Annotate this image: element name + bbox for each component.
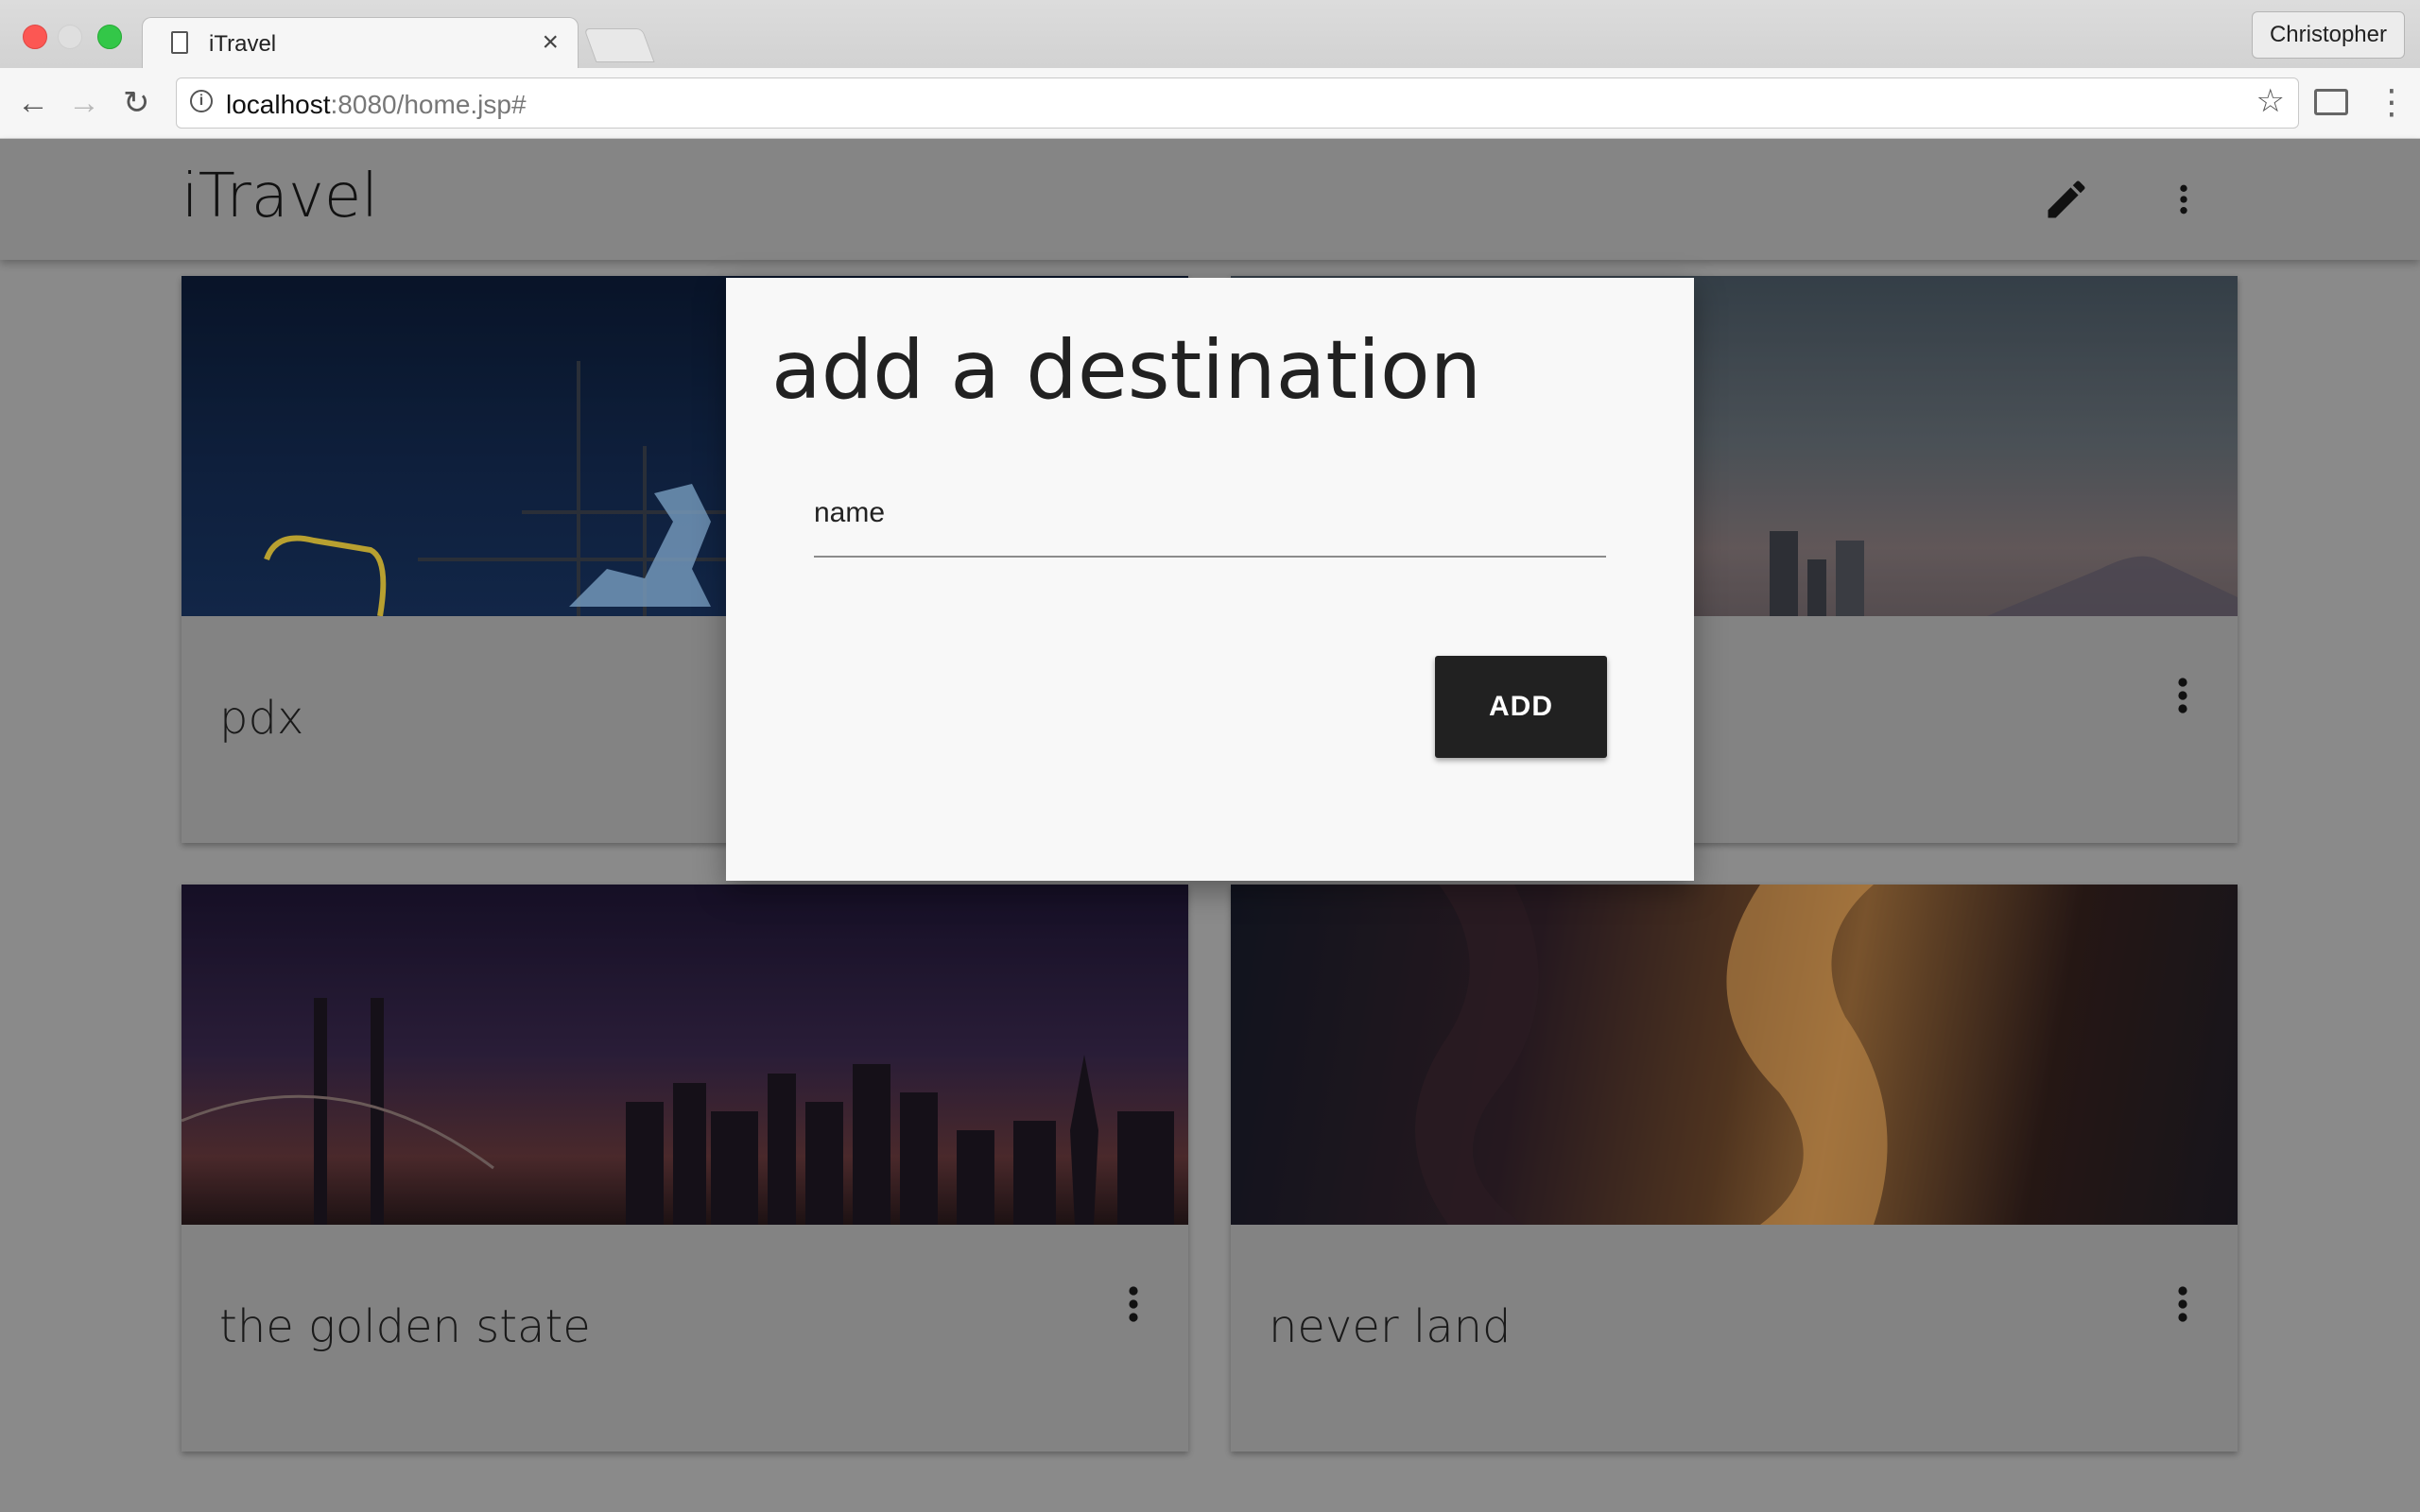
card-more-icon[interactable] bbox=[2173, 1281, 2192, 1327]
browser-menu-icon[interactable]: ⋮ bbox=[2375, 83, 2409, 121]
bookmark-star-icon[interactable]: ☆ bbox=[2256, 82, 2285, 120]
url-path: :8080/home.jsp# bbox=[330, 90, 527, 119]
app-title: iTravel bbox=[182, 162, 379, 232]
window-minimize-button[interactable] bbox=[58, 25, 82, 49]
name-field[interactable]: name bbox=[814, 486, 1606, 558]
app-header: iTravel bbox=[0, 139, 2420, 260]
url-host: localhost bbox=[226, 90, 331, 119]
window-maximize-button[interactable] bbox=[97, 25, 122, 49]
reload-icon[interactable]: ↻ bbox=[123, 85, 150, 121]
browser-tab[interactable]: iTravel × bbox=[142, 17, 579, 69]
card-image bbox=[1231, 885, 2238, 1225]
destination-card[interactable]: the golden state bbox=[182, 885, 1188, 1452]
window-close-button[interactable] bbox=[23, 25, 47, 49]
card-more-icon[interactable] bbox=[2173, 673, 2192, 718]
tab-title: iTravel bbox=[209, 31, 277, 57]
edit-icon[interactable] bbox=[2042, 175, 2091, 224]
card-image bbox=[182, 885, 1188, 1225]
tab-close-icon[interactable]: × bbox=[542, 26, 559, 60]
card-title: never land bbox=[1269, 1300, 1512, 1353]
card-more-icon[interactable] bbox=[1124, 1281, 1143, 1327]
new-tab-button[interactable] bbox=[583, 28, 655, 62]
name-field-label: name bbox=[814, 497, 886, 528]
name-field-underline bbox=[814, 556, 1606, 558]
destination-card[interactable]: never land bbox=[1231, 885, 2238, 1452]
profile-button[interactable]: Christopher bbox=[2251, 11, 2405, 59]
url-text: localhost:8080/home.jsp# bbox=[226, 90, 527, 120]
cast-icon[interactable] bbox=[2314, 89, 2348, 115]
document-icon bbox=[171, 31, 188, 54]
back-icon[interactable]: ← bbox=[17, 85, 49, 121]
add-button[interactable]: ADD bbox=[1435, 656, 1607, 758]
card-title: the golden state bbox=[219, 1300, 591, 1353]
bay-bridge-skyline-image bbox=[182, 885, 1188, 1225]
forward-icon[interactable]: → bbox=[68, 85, 100, 121]
browser-toolbar: ← → ↻ i localhost:8080/home.jsp# ☆ ⋮ bbox=[0, 68, 2420, 139]
more-vert-icon[interactable] bbox=[2165, 175, 2203, 224]
address-bar[interactable]: i localhost:8080/home.jsp# ☆ bbox=[176, 77, 2299, 129]
browser-tabstrip: iTravel × Christopher bbox=[0, 0, 2420, 69]
canyon-image bbox=[1231, 885, 2238, 1225]
add-destination-dialog: add a destination name ADD bbox=[726, 278, 1694, 881]
card-title: pdx bbox=[219, 692, 304, 745]
site-info-icon[interactable]: i bbox=[190, 90, 213, 112]
dialog-title: add a destination bbox=[771, 323, 1482, 418]
